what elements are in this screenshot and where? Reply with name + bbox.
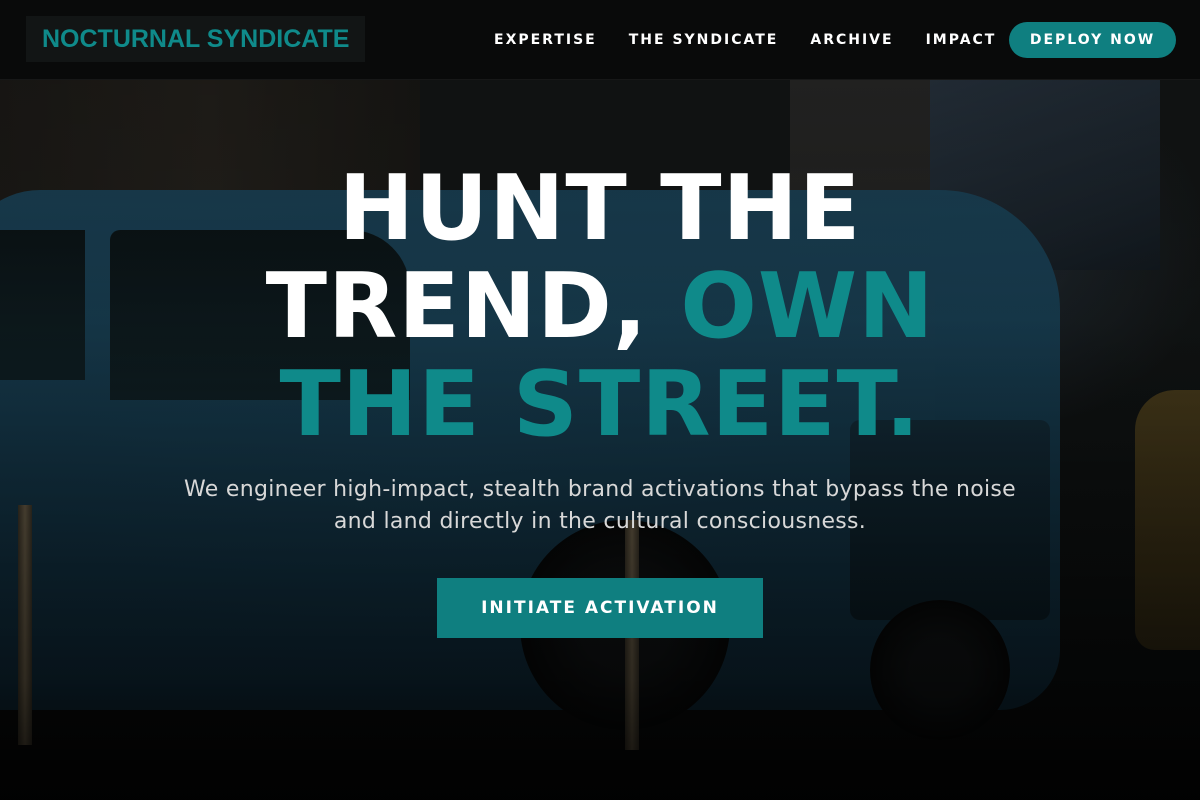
initiate-activation-button[interactable]: INITIATE ACTIVATION — [437, 578, 763, 638]
deploy-now-button[interactable]: DEPLOY NOW — [1009, 22, 1176, 58]
hero-headline-line2: TREND, — [265, 254, 681, 359]
hero-headline-accent-own: OWN — [680, 254, 935, 359]
landing-page: NOCTURNAL SYNDICATE EXPERTISE THE SYNDIC… — [0, 0, 1200, 800]
hero-headline: HUNT THE TREND, OWN THE STREET. — [0, 160, 1200, 454]
hero-subtitle: We engineer high-impact, stealth brand a… — [183, 477, 1016, 534]
hero-headline-line1: HUNT THE — [338, 156, 862, 261]
brand-logo[interactable]: NOCTURNAL SYNDICATE — [26, 16, 366, 62]
site-header: NOCTURNAL SYNDICATE EXPERTISE THE SYNDIC… — [0, 0, 1200, 80]
nav-link-the-syndicate[interactable]: THE SYNDICATE — [629, 32, 779, 48]
nav-link-expertise[interactable]: EXPERTISE — [494, 32, 597, 48]
nav-link-archive[interactable]: ARCHIVE — [810, 32, 893, 48]
hero-headline-accent-street: THE STREET. — [279, 352, 921, 457]
nav-link-impact[interactable]: IMPACT — [926, 32, 997, 48]
main-nav: EXPERTISE THE SYNDICATE ARCHIVE IMPACT — [478, 0, 1012, 80]
